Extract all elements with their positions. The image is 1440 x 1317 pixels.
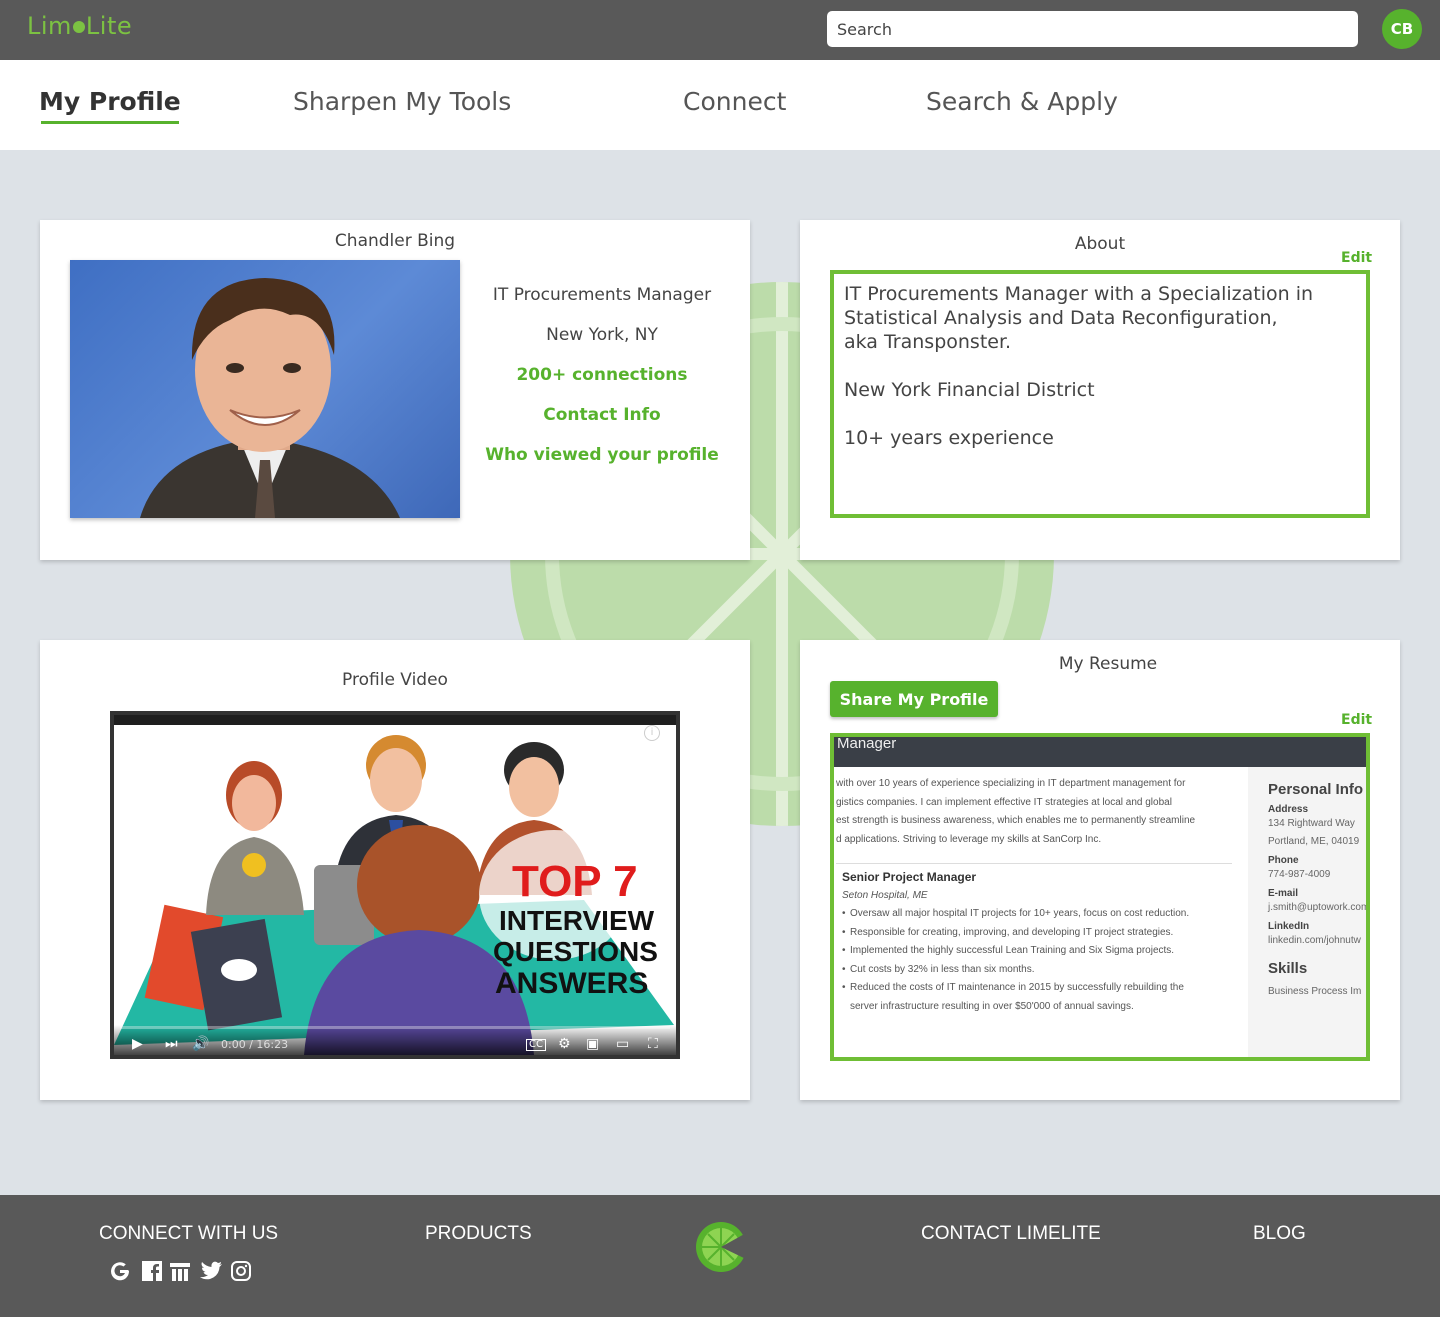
user-avatar[interactable]: CB bbox=[1382, 9, 1422, 49]
theater-icon[interactable]: ▭ bbox=[616, 1037, 629, 1051]
limelite-logo[interactable]: Lim Lite bbox=[27, 12, 132, 40]
video-overlay-line2: QUESTIONS bbox=[493, 936, 658, 967]
resume-divider bbox=[836, 863, 1232, 864]
resume-job-title: Senior Project Manager bbox=[842, 870, 977, 884]
video-thumbnail[interactable]: TOP 7 INTERVIEW QUESTIONS ANSWERS i ▶ ⏭ … bbox=[114, 725, 676, 1055]
resume-summary-line: d applications. Striving to leverage my … bbox=[836, 833, 1102, 845]
resume-edit-link[interactable]: Edit bbox=[1341, 712, 1372, 728]
share-profile-button[interactable]: Share My Profile bbox=[830, 681, 998, 717]
play-icon[interactable]: ▶ bbox=[132, 1037, 143, 1051]
job-title: IT Procurements Manager bbox=[492, 285, 712, 305]
resume-title: My Resume bbox=[1058, 654, 1158, 674]
linkedin-value: linkedin.com/johnutw bbox=[1268, 935, 1361, 946]
phone-value: 774-987-4009 bbox=[1268, 869, 1331, 880]
tab-sharpen-my-tools[interactable]: Sharpen My Tools bbox=[293, 87, 511, 116]
personal-info-heading: Personal Info bbox=[1268, 781, 1364, 798]
about-summary: IT Procurements Manager with a Specializ… bbox=[844, 283, 1314, 353]
footer-contact-link[interactable]: CONTACT LIMELITE bbox=[921, 1223, 1101, 1245]
video-overlay-top: TOP 7 bbox=[512, 857, 638, 906]
tab-my-profile[interactable]: My Profile bbox=[39, 87, 181, 124]
logo-text-start: Lim bbox=[27, 12, 72, 40]
main-nav: My Profile Sharpen My Tools Connect Sear… bbox=[0, 60, 1440, 150]
linkedin-label: LinkedIn bbox=[1268, 921, 1310, 932]
email-value: j.smith@uptowork.com bbox=[1268, 902, 1366, 913]
about-title: About bbox=[1074, 234, 1126, 254]
resume-header-text: Manager bbox=[837, 735, 897, 752]
phone-label: Phone bbox=[1268, 855, 1299, 866]
captions-icon[interactable]: CC bbox=[526, 1039, 546, 1051]
video-time: 0:00 / 16:23 bbox=[221, 1038, 289, 1051]
settings-icon[interactable]: ⚙ bbox=[558, 1037, 571, 1051]
fullscreen-icon[interactable]: ⛶ bbox=[648, 1037, 658, 1051]
resume-bullet-continued: server infrastructure resulting in over … bbox=[850, 1000, 1134, 1012]
resume-header-bar: Manager bbox=[834, 737, 1366, 767]
video-title: Profile Video bbox=[342, 670, 448, 690]
skill-item: Business Process Im bbox=[1268, 986, 1362, 997]
address-label: Address bbox=[1268, 804, 1309, 815]
logo-text-end: Lite bbox=[85, 12, 133, 40]
resume-summary-line: est strength is business awareness, whic… bbox=[836, 815, 1196, 826]
resume-preview[interactable]: Manager with over 10 years of experience… bbox=[830, 733, 1370, 1061]
who-viewed-link[interactable]: Who viewed your profile bbox=[470, 445, 734, 465]
contact-info-link[interactable]: Contact Info bbox=[470, 405, 734, 425]
tab-connect[interactable]: Connect bbox=[683, 87, 786, 116]
email-label: E-mail bbox=[1268, 888, 1299, 899]
linkedin-icon[interactable] bbox=[168, 1259, 192, 1283]
address-line: Portland, ME, 04019 bbox=[1268, 836, 1360, 847]
resume-bullet: Cut costs by 32% in less than six months… bbox=[842, 961, 1248, 980]
about-text-box[interactable]: IT Procurements Manager with a Specializ… bbox=[830, 270, 1370, 518]
instagram-icon[interactable] bbox=[229, 1259, 253, 1283]
resume-summary-line: with over 10 years of experience special… bbox=[836, 778, 1186, 789]
location: New York, NY bbox=[546, 325, 658, 345]
next-icon[interactable]: ⏭ bbox=[165, 1037, 178, 1051]
video-overlay-line1: INTERVIEW bbox=[499, 905, 655, 936]
resume-side-column: Personal Info Address 134 Rightward Way … bbox=[1248, 767, 1366, 1057]
volume-icon[interactable]: 🔊 bbox=[192, 1037, 209, 1051]
resume-bullet: Reduced the costs of IT maintenance in 2… bbox=[842, 979, 1248, 998]
connections-link[interactable]: 200+ connections bbox=[470, 365, 734, 385]
video-progress-track[interactable] bbox=[120, 1026, 670, 1029]
twitter-icon[interactable] bbox=[199, 1259, 223, 1283]
about-card: About Edit IT Procurements Manager with … bbox=[800, 220, 1400, 560]
top-bar: Lim Lite CB bbox=[0, 0, 1440, 60]
footer-connect-heading: CONNECT WITH US bbox=[99, 1223, 279, 1244]
resume-job-location: Seton Hospital, ME bbox=[842, 889, 928, 901]
footer-blog-link[interactable]: BLOG bbox=[1253, 1223, 1306, 1245]
skills-heading: Skills bbox=[1268, 960, 1308, 977]
resume-summary-line: gistics companies. I can implement effec… bbox=[836, 796, 1172, 808]
facebook-icon[interactable] bbox=[140, 1259, 164, 1283]
about-experience: 10+ years experience bbox=[844, 427, 1054, 449]
about-edit-link[interactable]: Edit bbox=[1341, 250, 1372, 266]
lime-icon bbox=[72, 21, 85, 33]
tab-search-apply[interactable]: Search & Apply bbox=[926, 87, 1118, 116]
miniplayer-icon[interactable]: ▣ bbox=[586, 1037, 599, 1051]
lime-logo-icon[interactable] bbox=[694, 1220, 748, 1274]
video-player[interactable]: TOP 7 INTERVIEW QUESTIONS ANSWERS i ▶ ⏭ … bbox=[110, 711, 680, 1059]
resume-bullet: Implemented the highly successful Lean T… bbox=[842, 942, 1248, 961]
resume-main-column: with over 10 years of experience special… bbox=[834, 767, 1248, 1057]
resume-bullet: Oversaw all major hospital IT projects f… bbox=[842, 905, 1248, 924]
video-overlay-line3: ANSWERS bbox=[495, 967, 649, 1000]
video-card: Profile Video TOP 7 INTERVIEW QUESTIONS … bbox=[40, 640, 750, 1100]
profile-name: Chandler Bing bbox=[334, 231, 456, 251]
profile-photo[interactable] bbox=[70, 260, 460, 518]
footer: CONNECT WITH US PRODUCTS CONTACT LIMELIT… bbox=[0, 1195, 1440, 1317]
profile-card: Chandler Bing IT Procurements Manager Ne… bbox=[40, 220, 750, 560]
google-icon[interactable] bbox=[108, 1259, 132, 1283]
info-icon[interactable]: i bbox=[644, 725, 660, 741]
about-location: New York Financial District bbox=[844, 379, 1095, 401]
video-controls: ▶ ⏭ 🔊 0:00 / 16:23 CC ⚙ ▣ ▭ ⛶ bbox=[114, 1025, 676, 1055]
resume-card: My Resume Share My Profile Edit Manager … bbox=[800, 640, 1400, 1100]
search-input[interactable] bbox=[827, 11, 1358, 47]
address-line: 134 Rightward Way bbox=[1268, 818, 1355, 829]
footer-products-link[interactable]: PRODUCTS bbox=[425, 1223, 532, 1245]
resume-bullet: Responsible for creating, improving, and… bbox=[842, 924, 1248, 943]
